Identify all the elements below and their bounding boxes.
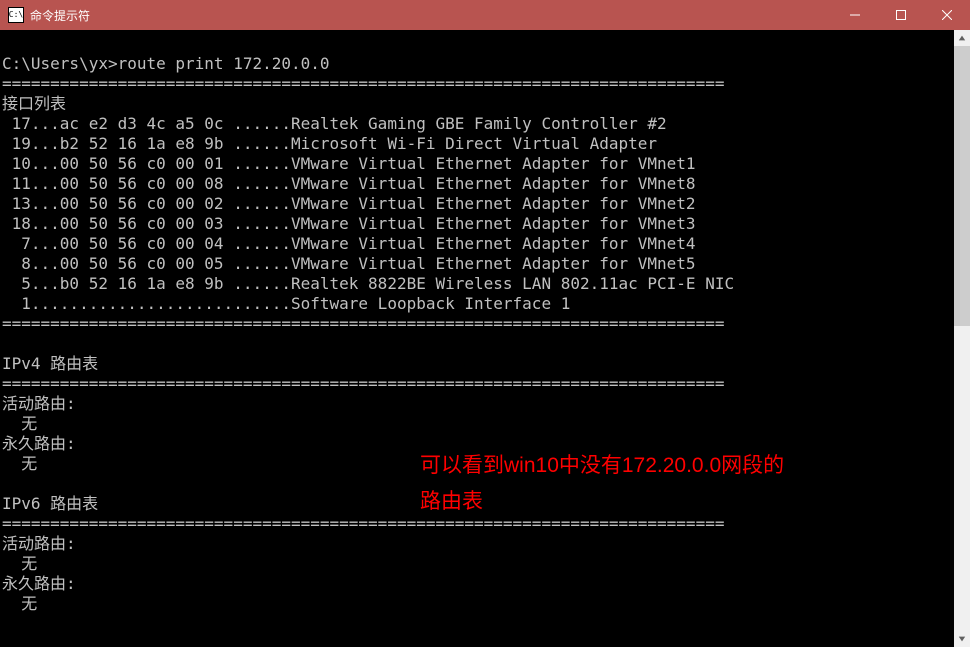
ipv4-header: IPv4 路由表: [2, 354, 98, 373]
close-button[interactable]: [924, 0, 970, 30]
window-controls: [832, 0, 970, 30]
interface-row: 1...........................Software Loo…: [2, 294, 570, 313]
cmd-icon: C:\: [8, 7, 24, 23]
prompt: C:\Users\yx>: [2, 54, 118, 73]
separator: ========================================…: [2, 374, 724, 393]
none-value: 无: [2, 414, 37, 433]
scroll-down-button[interactable]: [954, 631, 970, 647]
interface-row: 19...b2 52 16 1a e8 9b ......Microsoft W…: [2, 134, 657, 153]
interface-row: 10...00 50 56 c0 00 01 ......VMware Virt…: [2, 154, 696, 173]
terminal-area: C:\Users\yx>route print 172.20.0.0 =====…: [0, 30, 970, 647]
terminal-output[interactable]: C:\Users\yx>route print 172.20.0.0 =====…: [0, 30, 954, 647]
ipv6-header: IPv6 路由表: [2, 494, 98, 513]
interface-row: 5...b0 52 16 1a e8 9b ......Realtek 8822…: [2, 274, 734, 293]
prompt-line: C:\Users\yx>route print 172.20.0.0: [2, 54, 330, 73]
separator: ========================================…: [2, 74, 724, 93]
scrollbar-thumb[interactable]: [954, 46, 970, 326]
command: route print 172.20.0.0: [118, 54, 330, 73]
none-value: 无: [2, 554, 37, 573]
active-routes-label: 活动路由:: [2, 534, 76, 553]
annotation-overlay: 可以看到win10中没有172.20.0.0网段的 路由表: [420, 448, 784, 520]
window-title: 命令提示符: [30, 7, 832, 24]
interface-row: 17...ac e2 d3 4c a5 0c ......Realtek Gam…: [2, 114, 667, 133]
persistent-routes-label: 永久路由:: [2, 574, 76, 593]
persistent-routes-label: 永久路由:: [2, 434, 76, 453]
none-value: 无: [2, 454, 37, 473]
interface-list-header: 接口列表: [2, 94, 66, 113]
interface-row: 11...00 50 56 c0 00 08 ......VMware Virt…: [2, 174, 696, 193]
window-titlebar[interactable]: C:\ 命令提示符: [0, 0, 970, 30]
vertical-scrollbar[interactable]: [954, 30, 970, 647]
none-value: 无: [2, 594, 37, 613]
minimize-button[interactable]: [832, 0, 878, 30]
separator: ========================================…: [2, 314, 724, 333]
interface-row: 18...00 50 56 c0 00 03 ......VMware Virt…: [2, 214, 696, 233]
interface-row: 8...00 50 56 c0 00 05 ......VMware Virtu…: [2, 254, 696, 273]
maximize-button[interactable]: [878, 0, 924, 30]
active-routes-label: 活动路由:: [2, 394, 76, 413]
interface-row: 7...00 50 56 c0 00 04 ......VMware Virtu…: [2, 234, 696, 253]
scroll-up-button[interactable]: [954, 30, 970, 46]
interface-row: 13...00 50 56 c0 00 02 ......VMware Virt…: [2, 194, 696, 213]
